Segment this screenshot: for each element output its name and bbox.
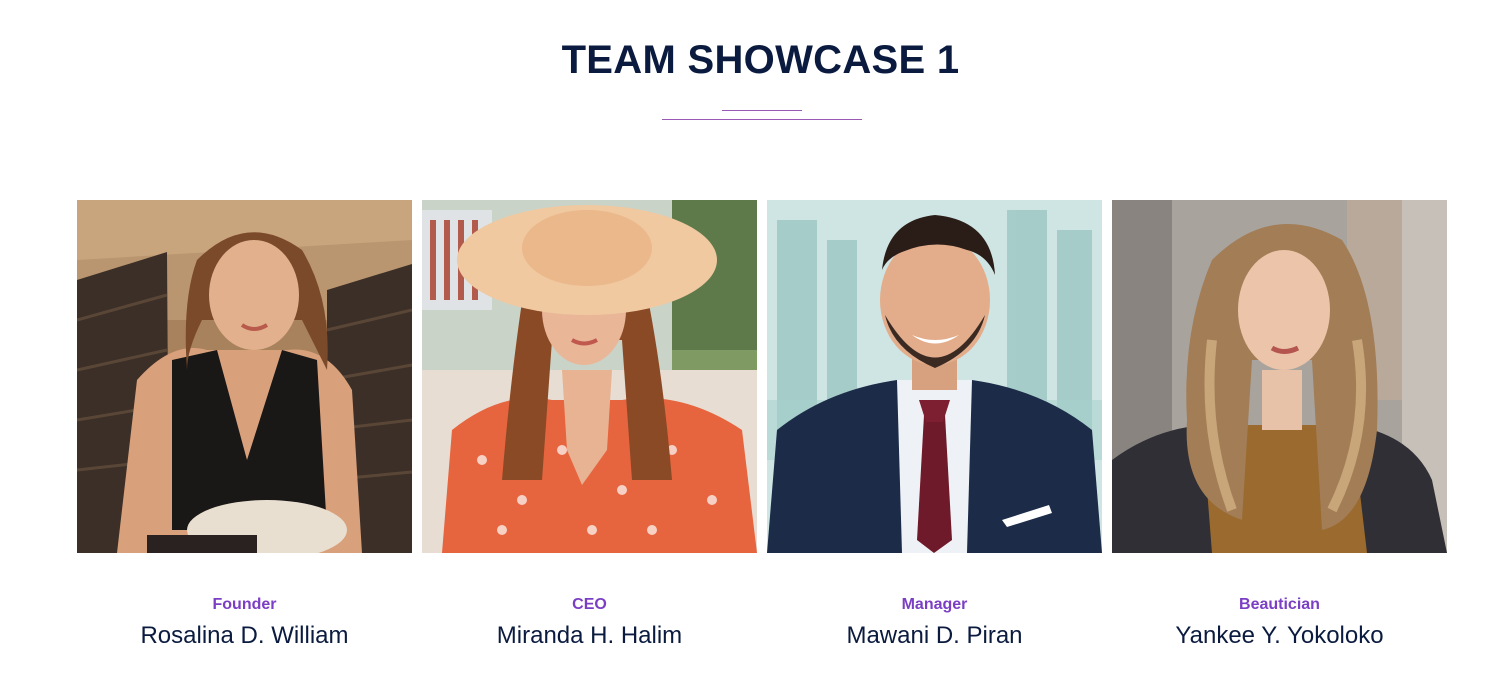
member-photo[interactable] bbox=[422, 200, 757, 553]
portrait-woman-curly-hair bbox=[1112, 200, 1447, 553]
member-name[interactable]: Mawani D. Piran bbox=[767, 622, 1102, 650]
section-title: TEAM SHOWCASE 1 bbox=[561, 38, 960, 82]
team-card-beautician[interactable]: Beautician Yankee Y. Yokoloko bbox=[1112, 200, 1447, 660]
title-divider-long bbox=[662, 119, 862, 120]
member-photo[interactable] bbox=[1112, 200, 1447, 553]
member-role: Manager bbox=[901, 596, 968, 613]
member-role: Beautician bbox=[1239, 596, 1320, 613]
team-grid: Founder Rosalina D. William CEO Miranda … bbox=[77, 200, 1447, 660]
portrait-man-suit bbox=[767, 200, 1102, 553]
member-name[interactable]: Rosalina D. William bbox=[77, 622, 412, 650]
portrait-woman-straw-hat bbox=[422, 200, 757, 553]
team-card-manager[interactable]: Manager Mawani D. Piran bbox=[767, 200, 1102, 660]
member-name[interactable]: Miranda H. Halim bbox=[422, 622, 757, 650]
portrait-woman-black-top bbox=[77, 200, 412, 553]
member-role: CEO bbox=[572, 596, 607, 613]
member-role: Founder bbox=[212, 596, 277, 613]
team-card-ceo[interactable]: CEO Miranda H. Halim bbox=[422, 200, 757, 660]
member-photo[interactable] bbox=[77, 200, 412, 553]
team-card-founder[interactable]: Founder Rosalina D. William bbox=[77, 200, 412, 660]
member-photo[interactable] bbox=[767, 200, 1102, 553]
member-name[interactable]: Yankee Y. Yokoloko bbox=[1112, 622, 1447, 650]
title-divider-short bbox=[722, 110, 802, 111]
